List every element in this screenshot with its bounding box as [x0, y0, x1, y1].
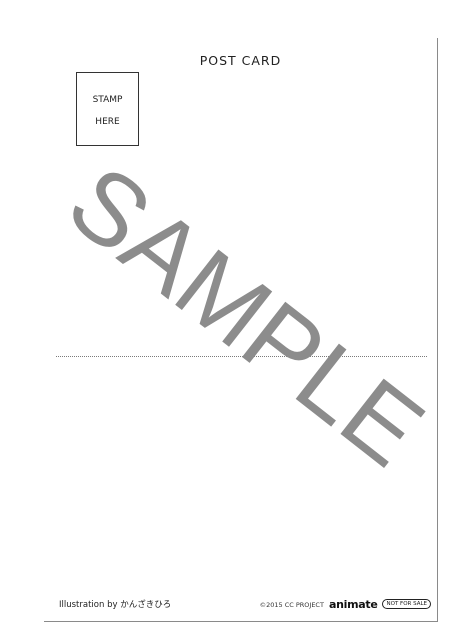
not-for-sale-badge: NOT FOR SALE	[382, 599, 431, 609]
animate-logo: animate	[328, 598, 378, 611]
stamp-label-line2: HERE	[95, 117, 120, 127]
stamp-box: STAMP HERE	[76, 72, 139, 146]
copyright-notice: ©2015 CC PROJECT	[259, 601, 324, 609]
stamp-label-line1: STAMP	[92, 95, 123, 105]
illustration-credit: Illustration by かんざきひろ	[59, 600, 172, 610]
footer-credits: ©2015 CC PROJECT animate NOT FOR SALE	[260, 593, 431, 611]
dotted-divider	[56, 356, 427, 357]
postcard: POST CARD STAMP HERE Illustration by かんざ…	[44, 38, 438, 622]
postcard-title: POST CARD	[199, 53, 282, 68]
